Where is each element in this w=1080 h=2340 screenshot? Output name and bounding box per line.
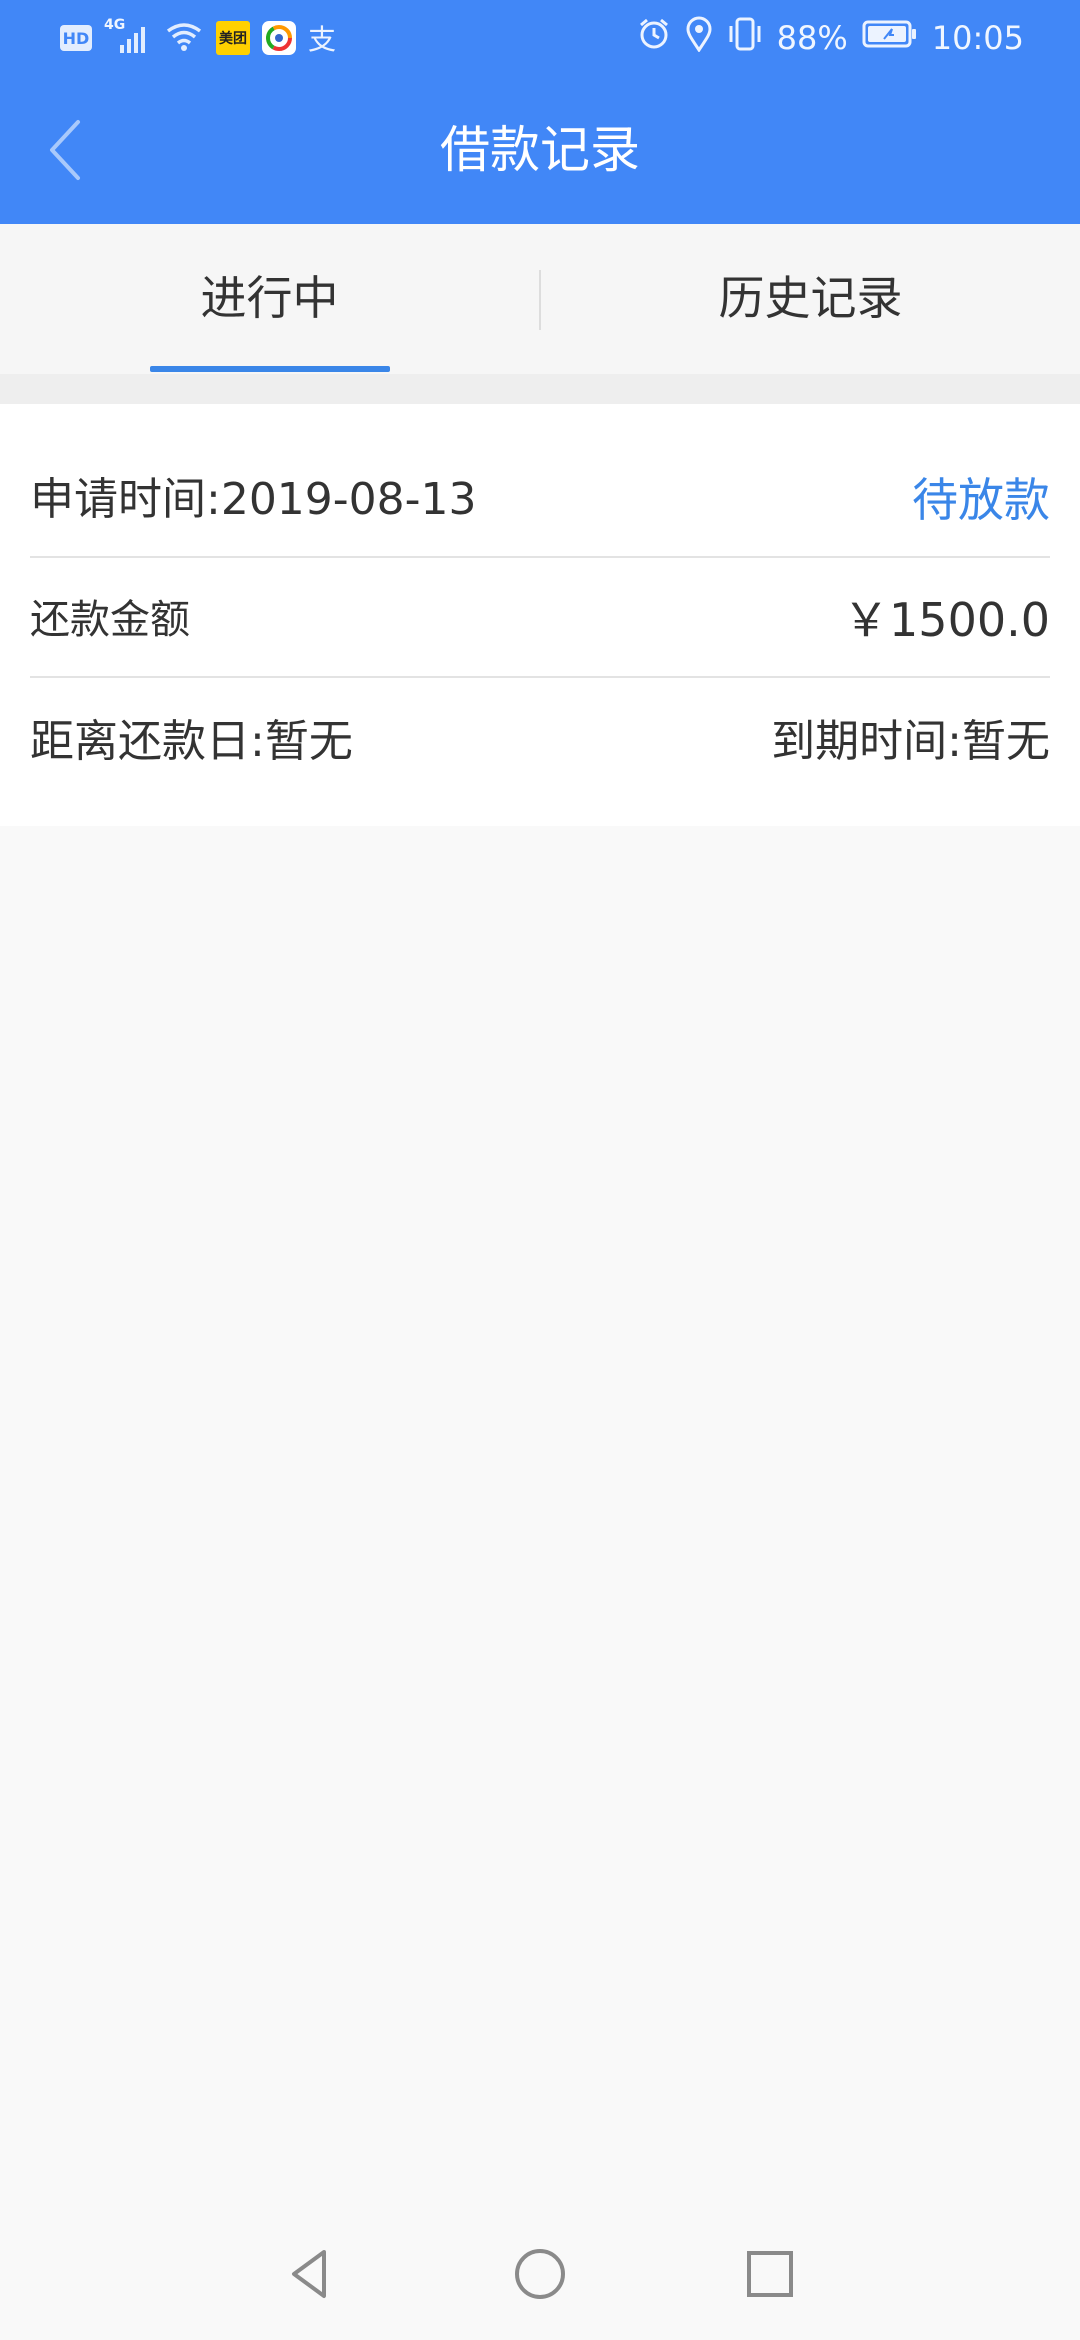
section-gap [0, 374, 1080, 404]
system-nav-bar [0, 2210, 1080, 2340]
tab-bar: 进行中 历史记录 [0, 224, 1080, 374]
status-left: HD 4G 美团 支 [60, 17, 337, 58]
meituan-icon: 美团 [216, 21, 250, 55]
nav-back-button[interactable] [270, 2234, 350, 2314]
divider [30, 676, 1050, 678]
chevron-left-icon [50, 120, 80, 180]
hd-icon: HD [60, 25, 92, 51]
page-title: 借款记录 [440, 121, 640, 179]
tab-in-progress[interactable]: 进行中 [0, 224, 539, 374]
battery-percent: 88% [776, 19, 848, 57]
hd-label: HD [62, 28, 90, 48]
repay-amount-label: 还款金额 [30, 597, 190, 643]
home-circle-icon [515, 2249, 565, 2299]
active-tab-indicator [150, 366, 390, 372]
wifi-icon [164, 19, 204, 57]
repay-amount-value: ￥1500.0 [843, 593, 1050, 647]
back-button[interactable] [30, 116, 98, 184]
tab-history[interactable]: 历史记录 [541, 224, 1080, 374]
title-bar: 借款记录 [0, 76, 1080, 224]
app-icon [262, 21, 296, 55]
days-to-repay: 距离还款日:暂无 [30, 716, 353, 767]
app-header: HD 4G 美团 支 88% 10:05 借款记录 [0, 0, 1080, 224]
divider [30, 556, 1050, 558]
signal-icon: 4G [104, 17, 152, 55]
recent-square-icon [747, 2251, 793, 2297]
nav-recent-button[interactable] [730, 2234, 810, 2314]
location-icon [685, 16, 713, 60]
alipay-icon: 支 [308, 23, 337, 56]
status-badge: 待放款 [912, 473, 1050, 527]
apply-time-row: 申请时间:2019-08-13 待放款 [30, 440, 1050, 560]
status-bar: HD 4G 美团 支 88% 10:05 [0, 0, 1080, 76]
apply-time: 申请时间:2019-08-13 [30, 474, 477, 525]
due-info-row: 距离还款日:暂无 到期时间:暂无 [30, 682, 1050, 802]
meituan-label: 美团 [219, 31, 247, 47]
due-time: 到期时间:暂无 [771, 716, 1050, 767]
status-right: 88% 10:05 [637, 16, 1024, 60]
battery-icon [862, 19, 918, 57]
loan-record-card[interactable]: 申请时间:2019-08-13 待放款 还款金额 ￥1500.0 距离还款日:暂… [0, 404, 1080, 826]
vibrate-icon [727, 16, 763, 60]
back-triangle-icon [292, 2250, 326, 2298]
repay-amount-row: 还款金额 ￥1500.0 [30, 560, 1050, 680]
nav-home-button[interactable] [500, 2234, 580, 2314]
alarm-icon [637, 17, 671, 59]
clock-time: 10:05 [931, 19, 1024, 57]
